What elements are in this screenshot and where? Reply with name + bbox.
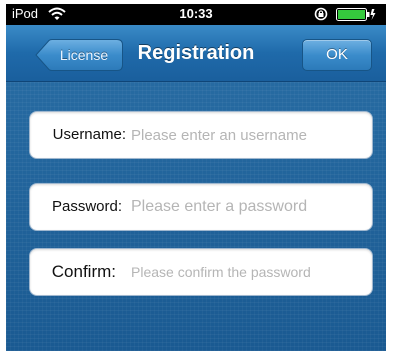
confirm-label: Confirm: — [51, 262, 116, 281]
username-input[interactable] — [131, 120, 367, 150]
status-time: 10:33 — [179, 6, 213, 21]
navigation-bar: Registration License OK — [6, 25, 386, 82]
password-field[interactable]: Password: — [29, 183, 373, 231]
app-screen: iPod 10:33 Registration License OK Usern… — [6, 4, 386, 351]
ok-button[interactable]: OK — [302, 39, 372, 71]
username-field[interactable]: Username: — [29, 111, 373, 159]
back-button-label: License — [59, 47, 109, 63]
password-input[interactable] — [131, 192, 367, 222]
password-label: Password: — [51, 198, 122, 215]
confirm-password-field[interactable]: Confirm: — [29, 248, 373, 296]
rotation-lock-icon — [314, 7, 328, 21]
username-label: Username: — [52, 126, 126, 143]
back-license-button[interactable]: License — [35, 39, 123, 71]
ok-button-label: OK — [326, 46, 348, 63]
confirm-password-input[interactable] — [131, 257, 367, 287]
status-bar: iPod 10:33 — [6, 4, 386, 25]
battery-icon — [336, 8, 376, 21]
